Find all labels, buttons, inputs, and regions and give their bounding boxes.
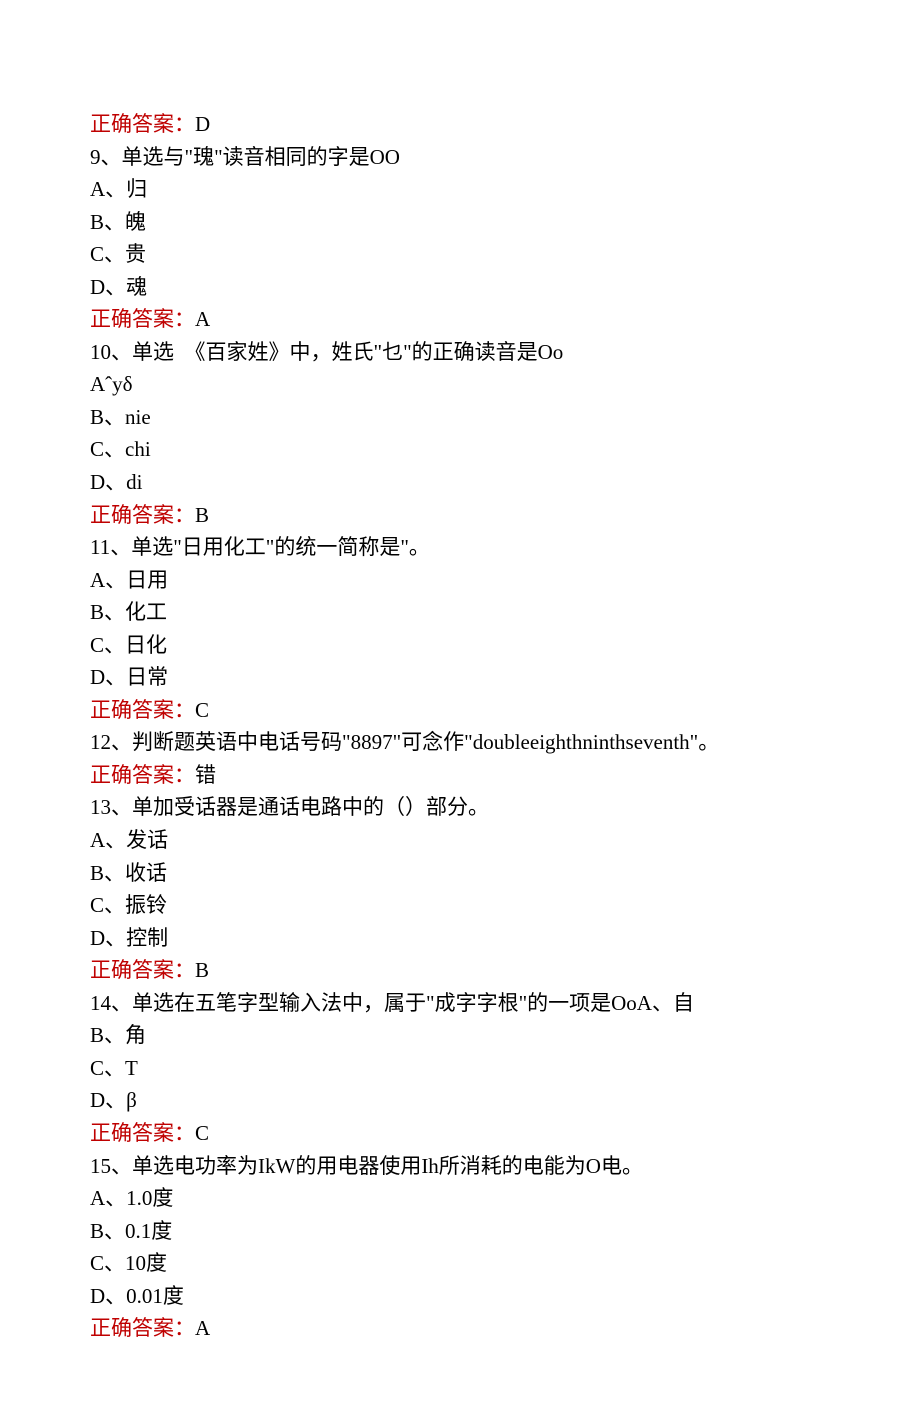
- option: D、di: [90, 466, 830, 499]
- answer-value: D: [195, 112, 210, 136]
- answer-line: 正确答案：A: [90, 303, 830, 336]
- option: A、发话: [90, 824, 830, 857]
- answer-label: 正确答案：: [90, 763, 195, 787]
- option: C、日化: [90, 629, 830, 662]
- question-stem: 10、单选 《百家姓》中，姓氏"乜"的正确读音是Oo: [90, 336, 830, 369]
- question-stem: 12、判断题英语中电话号码"8897"可念作"doubleeighthninth…: [90, 726, 830, 759]
- answer-value: C: [195, 1121, 209, 1145]
- option: B、0.1度: [90, 1215, 830, 1248]
- option: D、β: [90, 1084, 830, 1117]
- option: C、chi: [90, 433, 830, 466]
- answer-line: 正确答案：B: [90, 499, 830, 532]
- question-stem: 14、单选在五笔字型输入法中，属于"成字字根"的一项是OoA、自: [90, 987, 830, 1020]
- question-stem: 11、单选"日用化工"的统一简称是"。: [90, 531, 830, 564]
- answer-line: 正确答案：B: [90, 954, 830, 987]
- answer-label: 正确答案：: [90, 503, 195, 527]
- option: C、贵: [90, 238, 830, 271]
- answer-label: 正确答案：: [90, 958, 195, 982]
- answer-value: C: [195, 698, 209, 722]
- option: Aˆyδ: [90, 368, 830, 401]
- option: C、10度: [90, 1247, 830, 1280]
- page: 正确答案：D 9、单选与"瑰"读音相同的字是OO A、归 B、魄 C、贵 D、魂…: [0, 0, 920, 1405]
- answer-value: B: [195, 958, 209, 982]
- answer-value: A: [195, 307, 210, 331]
- answer-label: 正确答案：: [90, 112, 195, 136]
- answer-label: 正确答案：: [90, 698, 195, 722]
- option: B、收话: [90, 857, 830, 890]
- answer-label: 正确答案：: [90, 1316, 195, 1340]
- option: C、T: [90, 1052, 830, 1085]
- question-stem: 13、单加受话器是通话电路中的（）部分。: [90, 791, 830, 824]
- option: B、nie: [90, 401, 830, 434]
- answer-label: 正确答案：: [90, 1121, 195, 1145]
- answer-line: 正确答案：C: [90, 1117, 830, 1150]
- answer-line: 正确答案：错: [90, 759, 830, 792]
- option: A、1.0度: [90, 1182, 830, 1215]
- answer-line: 正确答案：D: [90, 108, 830, 141]
- option: D、魂: [90, 271, 830, 304]
- option: B、角: [90, 1019, 830, 1052]
- option: B、化工: [90, 596, 830, 629]
- option: D、日常: [90, 661, 830, 694]
- answer-line: 正确答案：C: [90, 694, 830, 727]
- answer-label: 正确答案：: [90, 307, 195, 331]
- option: A、日用: [90, 564, 830, 597]
- question-stem: 15、单选电功率为IkW的用电器使用Ih所消耗的电能为O电。: [90, 1150, 830, 1183]
- option: A、归: [90, 173, 830, 206]
- option: B、魄: [90, 206, 830, 239]
- option: C、振铃: [90, 889, 830, 922]
- answer-value: 错: [195, 763, 216, 787]
- answer-line: 正确答案：A: [90, 1312, 830, 1345]
- answer-value: B: [195, 503, 209, 527]
- question-stem: 9、单选与"瑰"读音相同的字是OO: [90, 141, 830, 174]
- option: D、0.01度: [90, 1280, 830, 1313]
- answer-value: A: [195, 1316, 210, 1340]
- option: D、控制: [90, 922, 830, 955]
